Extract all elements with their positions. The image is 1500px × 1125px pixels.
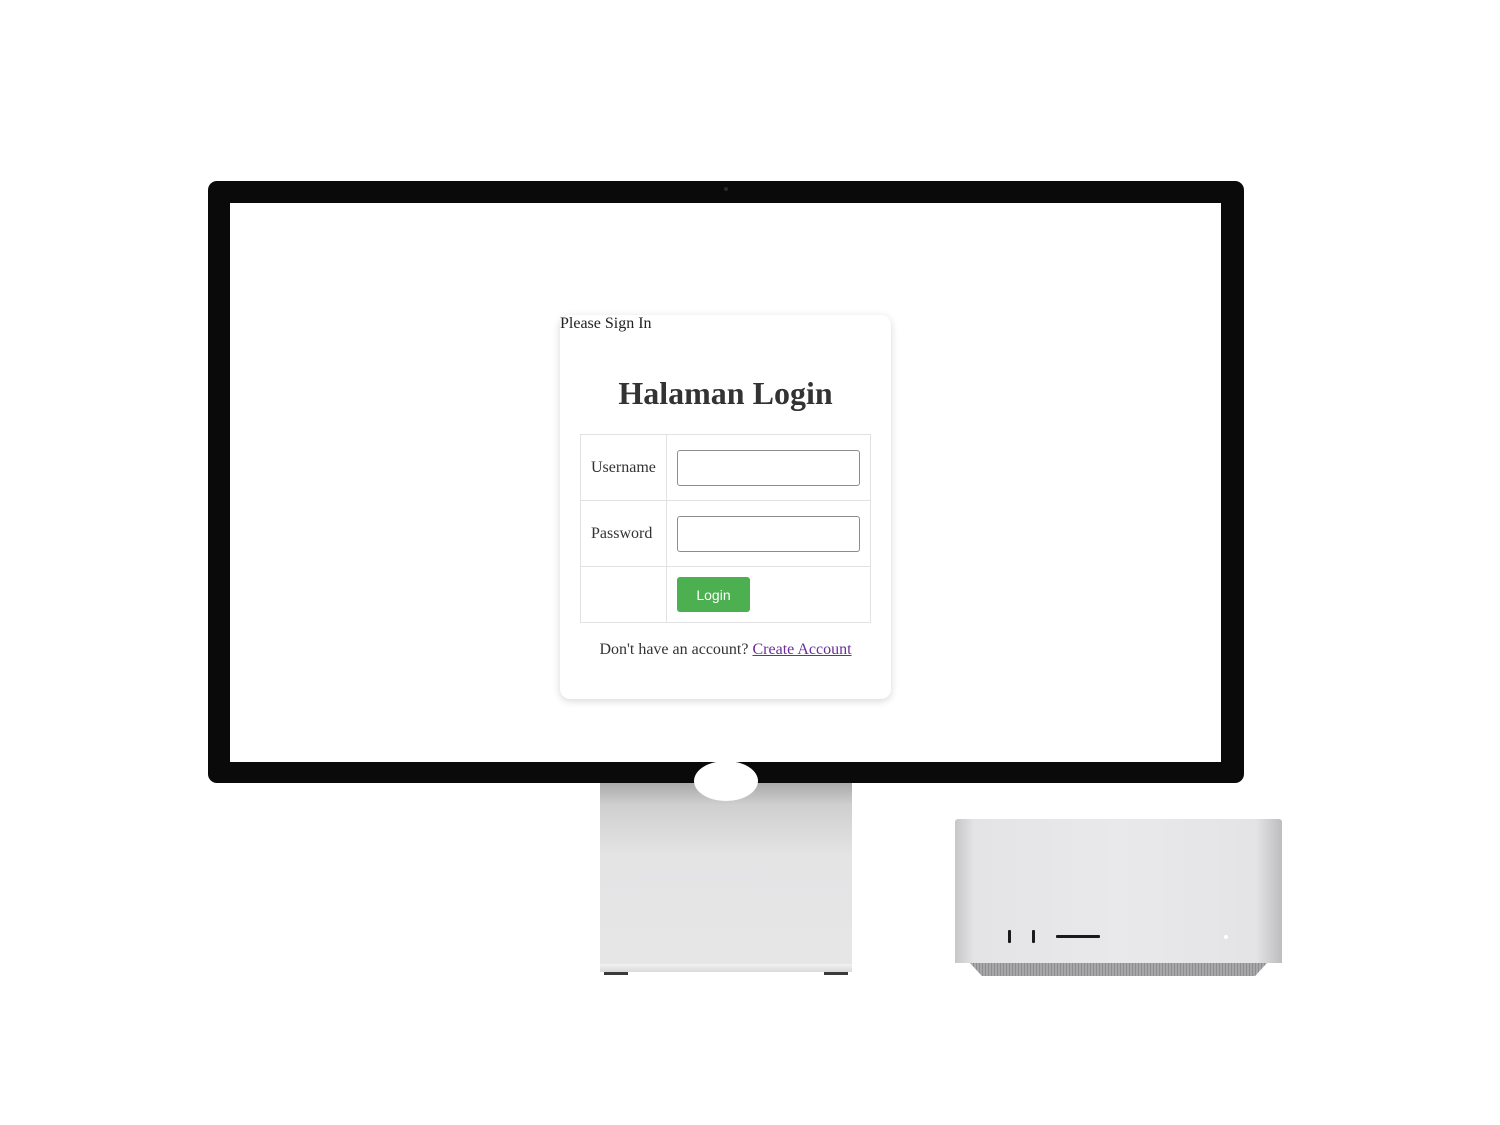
create-account-link[interactable]: Create Account (752, 641, 851, 658)
monitor-stand (600, 761, 852, 964)
login-button[interactable]: Login (677, 577, 750, 612)
form-legend: Please Sign In (560, 315, 652, 332)
power-led-icon (1224, 935, 1228, 939)
signup-prompt: Don't have an account? Create Account (560, 641, 891, 659)
submit-row: Login (580, 566, 871, 623)
usb-c-port-icon (1008, 930, 1011, 943)
stand-foot-pad-right (824, 972, 848, 975)
stand-foot (600, 964, 852, 972)
camera-icon (724, 187, 728, 191)
password-input[interactable] (677, 515, 860, 552)
password-input-cell (666, 500, 871, 567)
login-button-cell: Login (666, 566, 871, 623)
password-label: Password (580, 500, 667, 567)
username-input-cell (666, 434, 871, 501)
stand-cable-hole (694, 761, 758, 801)
monitor-bezel: Halaman Login Username Password Login Do… (208, 181, 1244, 783)
sd-card-slot-icon (1056, 935, 1100, 938)
login-form-table: Username Password Login (580, 434, 871, 623)
usb-c-port-icon (1032, 930, 1035, 943)
page-title: Halaman Login (618, 375, 833, 411)
empty-cell (580, 566, 667, 623)
signup-prompt-text: Don't have an account? (599, 641, 749, 658)
desktop-computer (955, 819, 1282, 963)
username-label: Username (580, 434, 667, 501)
login-card: Halaman Login Username Password Login Do… (560, 315, 891, 699)
monitor-screen: Halaman Login Username Password Login Do… (230, 203, 1221, 762)
username-row: Username (580, 434, 871, 501)
username-input[interactable] (677, 449, 860, 486)
desktop-computer-vent (970, 963, 1267, 976)
password-row: Password (580, 500, 871, 567)
stand-foot-pad-left (604, 972, 628, 975)
